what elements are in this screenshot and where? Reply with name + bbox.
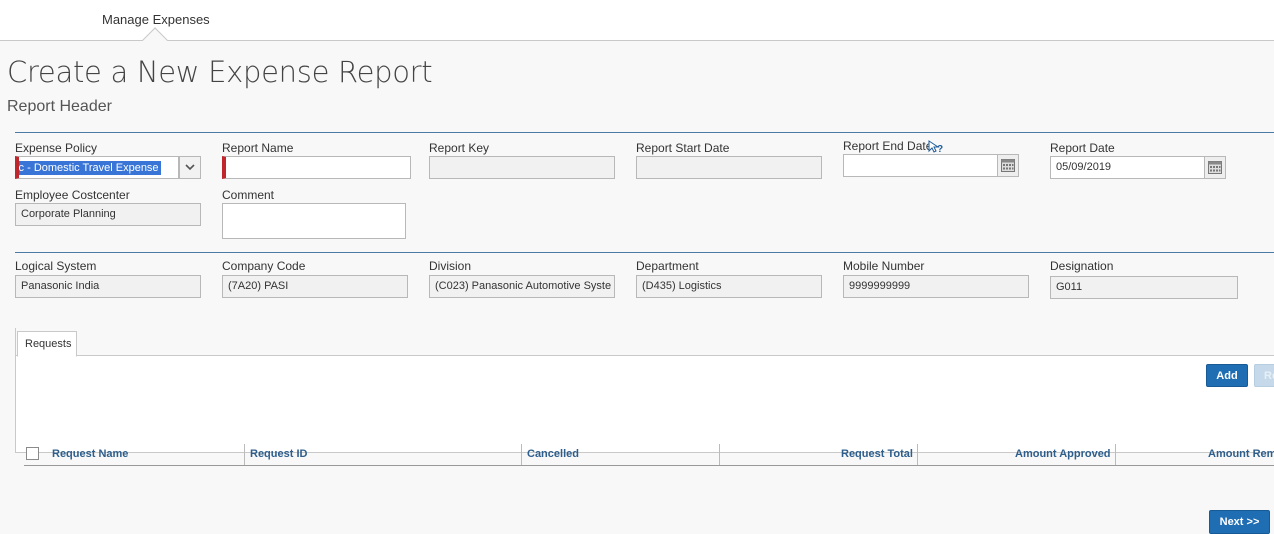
column-header[interactable]: Amount Rem	[1208, 448, 1274, 460]
section-title: Report Header	[7, 98, 112, 115]
column-header[interactable]: Request Name	[52, 448, 128, 460]
column-separator	[521, 444, 522, 465]
comment-label: Comment	[222, 188, 275, 202]
main-content: Create a New Expense Report Report Heade…	[0, 41, 1274, 534]
expense-policy-value[interactable]: nic - Domestic Travel Expense	[15, 156, 179, 179]
comment-textarea[interactable]	[222, 203, 406, 239]
next-button[interactable]: Next >>	[1209, 510, 1270, 534]
section-divider	[15, 132, 1274, 133]
calendar-icon[interactable]	[1204, 156, 1226, 179]
mobile-number-field: 9999999999	[843, 275, 1029, 298]
add-request-button[interactable]: Add	[1206, 364, 1248, 387]
svg-text:?: ?	[937, 144, 943, 154]
division-field: (C023) Panasonic Automotive Syste	[429, 275, 615, 298]
top-navigation: Manage Expenses	[0, 0, 1274, 53]
remove-request-button[interactable]: Re	[1254, 364, 1274, 387]
section-divider	[15, 252, 1274, 253]
report-end-date-label: Report End Date	[843, 139, 933, 153]
division-label: Division	[429, 259, 472, 273]
column-header[interactable]: Request Total	[841, 448, 913, 460]
mobile-number-label: Mobile Number	[843, 259, 925, 273]
requests-table-header: Request Name Request ID Cancelled Reques…	[24, 444, 1274, 466]
company-code-field: (7A20) PASI	[222, 275, 408, 298]
logical-system-field: Panasonic India	[15, 275, 201, 298]
chevron-down-icon[interactable]	[179, 156, 201, 179]
column-header[interactable]: Request ID	[250, 448, 307, 460]
column-header[interactable]: Cancelled	[527, 448, 579, 460]
column-separator	[244, 444, 245, 465]
report-name-input[interactable]	[222, 156, 411, 179]
report-end-date-input[interactable]	[843, 154, 998, 177]
report-start-date-label: Report Start Date	[636, 141, 730, 155]
page-title: Create a New Expense Report	[7, 55, 433, 89]
designation-label: Designation	[1050, 259, 1114, 273]
tab-requests[interactable]: Requests	[17, 331, 77, 357]
report-name-label: Report Name	[222, 141, 294, 155]
column-header[interactable]: Amount Approved	[1015, 448, 1111, 460]
report-key-field	[429, 156, 615, 179]
department-field: (D435) Logistics	[636, 275, 822, 298]
select-all-checkbox[interactable]	[26, 447, 39, 460]
nav-tab-manage-expenses[interactable]: Manage Expenses	[102, 12, 210, 27]
department-label: Department	[636, 259, 699, 273]
report-date-label: Report Date	[1050, 141, 1115, 155]
employee-costcenter-field: Corporate Planning	[15, 203, 201, 226]
expense-policy-label: Expense Policy	[15, 141, 98, 155]
designation-field: G011	[1050, 276, 1238, 299]
tab-strip	[16, 328, 1274, 356]
logical-system-label: Logical System	[15, 259, 97, 273]
requests-panel: Requests Add Re Request Name Request ID …	[15, 328, 1274, 466]
column-separator	[1115, 444, 1116, 465]
calendar-icon[interactable]	[997, 154, 1019, 177]
report-key-label: Report Key	[429, 141, 490, 155]
report-date-input[interactable]: 05/09/2019	[1050, 156, 1205, 179]
report-start-date-field	[636, 156, 822, 179]
expense-policy-selected-text: nic - Domestic Travel Expense	[19, 161, 161, 175]
column-separator	[917, 444, 918, 465]
column-separator	[719, 444, 720, 465]
company-code-label: Company Code	[222, 259, 306, 273]
employee-costcenter-label: Employee Costcenter	[15, 188, 130, 202]
